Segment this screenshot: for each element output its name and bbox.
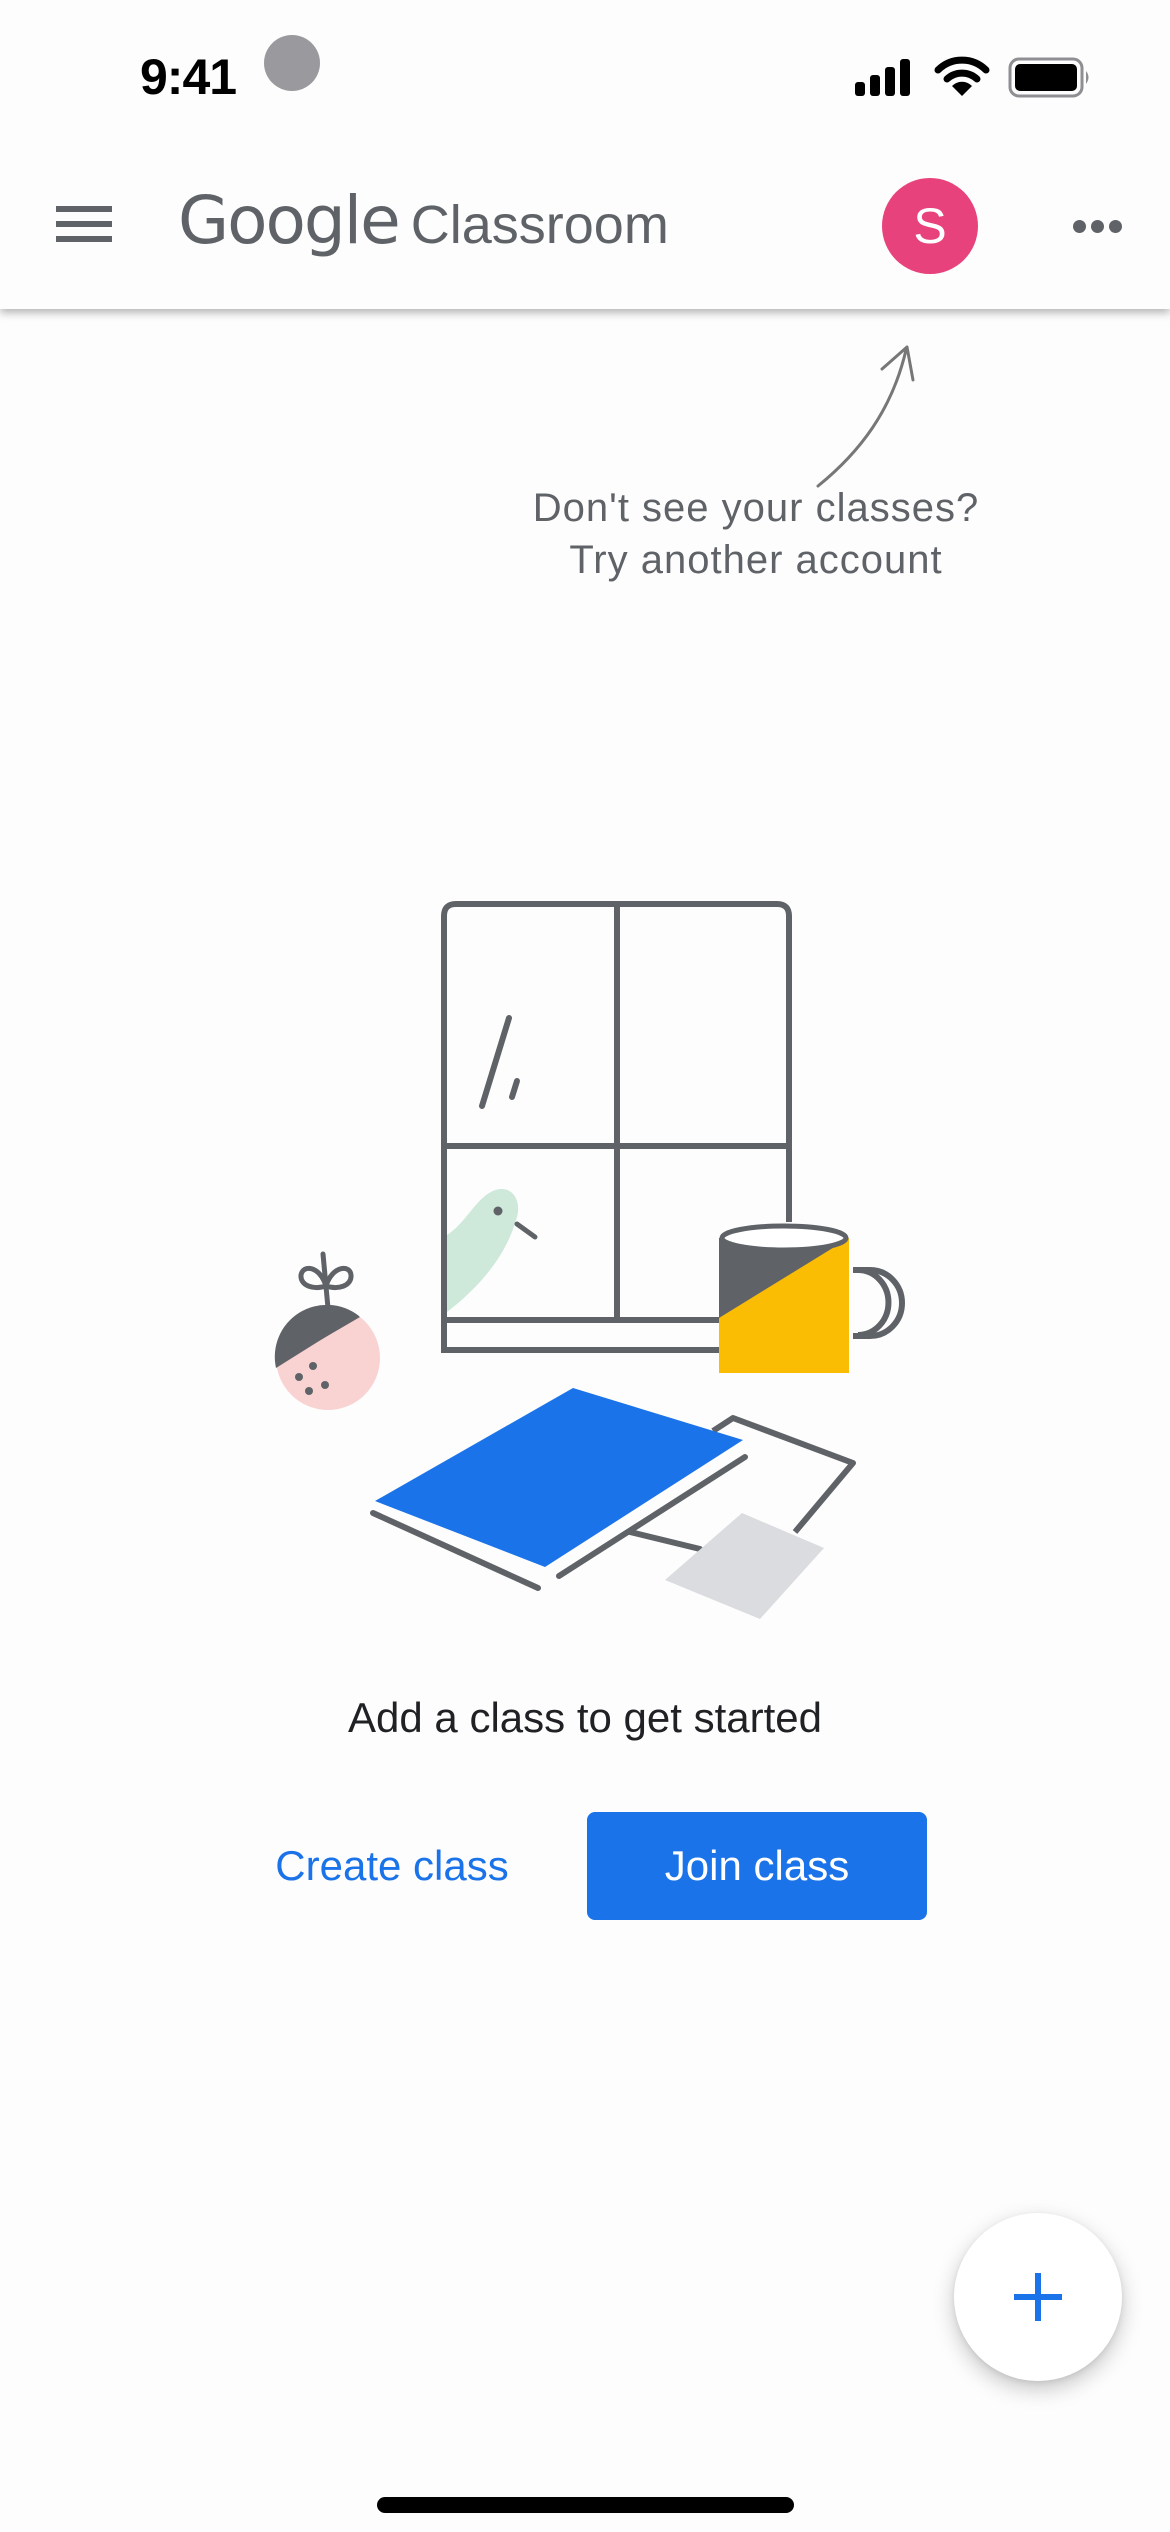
empty-state-title: Add a class to get started xyxy=(348,1694,822,1741)
bird-beak xyxy=(514,1221,538,1240)
bird-illustration xyxy=(447,1188,519,1312)
mug-illustration xyxy=(719,1223,905,1373)
plus-icon xyxy=(1014,2273,1062,2321)
empty-state-illustration xyxy=(274,901,905,1619)
mug-handle xyxy=(857,1267,892,1338)
create-class-button[interactable]: Create class xyxy=(252,1812,532,1920)
join-class-button[interactable]: Join class xyxy=(587,1812,927,1920)
home-indicator[interactable] xyxy=(377,2497,794,2513)
add-fab-button[interactable] xyxy=(954,2213,1122,2381)
book-illustration xyxy=(370,1388,856,1619)
window-reflection xyxy=(479,1015,512,1109)
paper-sheet xyxy=(711,1415,856,1534)
bird-eye xyxy=(493,1206,503,1216)
fruit-illustration xyxy=(274,1251,380,1410)
